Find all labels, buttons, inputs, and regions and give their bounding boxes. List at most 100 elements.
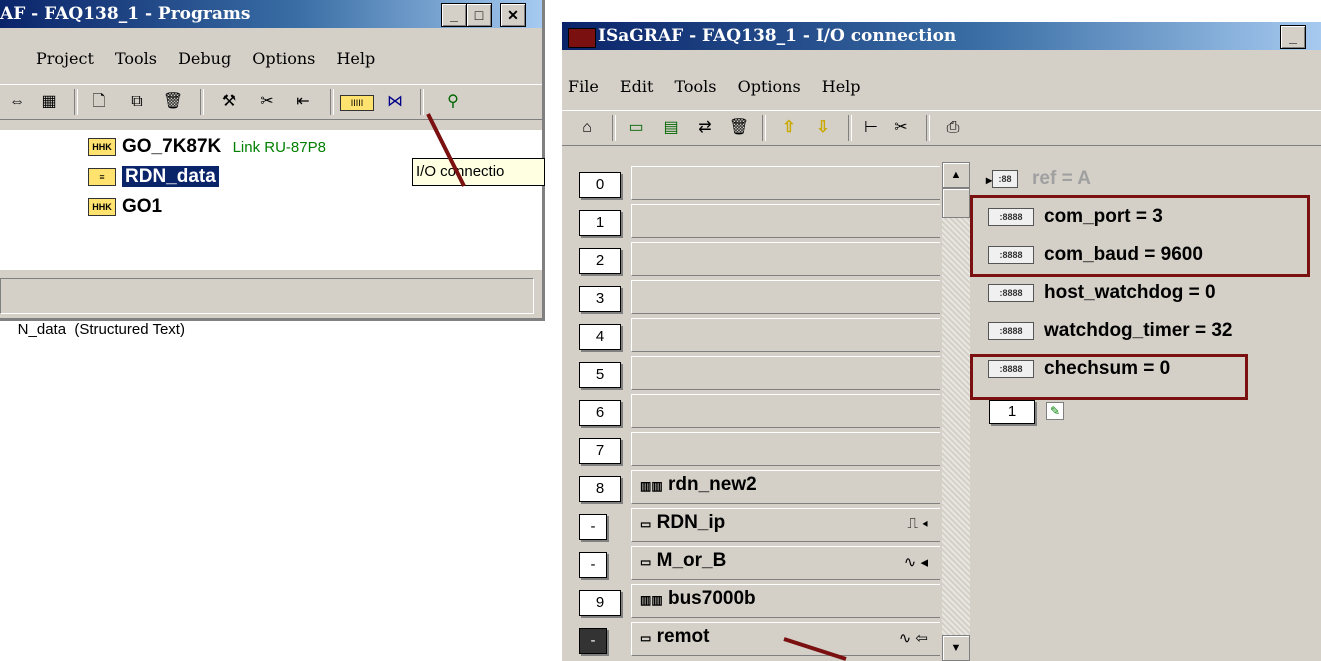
menu-tools[interactable]: Tools — [674, 77, 716, 96]
highlight-checksum — [970, 354, 1248, 400]
io-menubar: File Edit Tools Options Help — [562, 72, 1321, 102]
close-button[interactable]: ✕ — [500, 3, 526, 27]
maximize-button[interactable]: □ — [466, 3, 492, 27]
dictionary-icon[interactable]: ▦ — [36, 91, 62, 113]
print-icon[interactable]: ⎙ — [940, 117, 966, 139]
structured-text-icon: ≡ — [88, 167, 116, 186]
scroll-down-button[interactable]: ▼ — [942, 635, 970, 661]
highlight-com-settings — [970, 195, 1310, 277]
menu-options[interactable]: Options — [738, 77, 801, 96]
board-icon: ▥▥ — [640, 479, 663, 493]
slot-number[interactable]: 5 — [579, 362, 621, 388]
equipment-icon: ▭ — [640, 517, 652, 531]
slot-row-bus7000b[interactable]: ▥▥ bus7000b — [631, 584, 940, 618]
make-icon[interactable]: ✂ — [254, 91, 280, 113]
set-board-icon[interactable]: ▭ — [622, 117, 650, 139]
programs-menubar: Project Tools Debug Options Help — [0, 44, 542, 74]
slot-number[interactable]: 0 — [579, 172, 621, 198]
menu-help[interactable]: Help — [822, 77, 861, 96]
cut-icon[interactable]: ✂ — [888, 117, 914, 139]
io-connection-icon[interactable]: IIIII — [340, 95, 374, 111]
board-icon: ▥▥ — [640, 593, 663, 607]
menu-options[interactable]: Options — [252, 49, 315, 68]
param-ref[interactable]: ▸:88 ref = A — [986, 164, 1091, 195]
slot-number[interactable]: 1 — [579, 210, 621, 236]
equipment-icon: ▭ — [640, 555, 652, 569]
io-title: ISaGRAF - FAQ138_1 - I/O connection — [598, 26, 957, 46]
slot-number[interactable]: 2 — [579, 248, 621, 274]
slot-number[interactable]: 9 — [579, 590, 621, 616]
status-bar: N_data (Structured Text) — [0, 278, 534, 338]
analog-input-icon: ∿ ◂ — [903, 554, 928, 571]
slot-number[interactable]: 3 — [579, 286, 621, 312]
programs-title: AF - FAQ138_1 - Programs — [0, 4, 251, 24]
io-toolbar: ⌂ ▭ ▤ ⇄ 🗑 ⇧ ⇩ ⊢ ✂ ⎙ — [562, 110, 1321, 146]
tree-item-go1[interactable]: HHK GO1 — [88, 195, 162, 219]
io-connection-window: ISaGRAF - FAQ138_1 - I/O connection _ Fi… — [561, 22, 1321, 661]
slot-row[interactable] — [631, 242, 940, 276]
tree-view-icon[interactable]: ⊢ — [858, 117, 884, 139]
analog-output-icon: ∿ ⇦ — [898, 630, 928, 647]
delete-icon[interactable]: 🗑 — [160, 91, 186, 113]
slot-number[interactable]: 6 — [579, 400, 621, 426]
slot-row[interactable] — [631, 356, 940, 390]
slot-row[interactable] — [631, 432, 940, 466]
io-icon: HHK — [88, 197, 116, 216]
tree-item-go-7k87k[interactable]: HHK GO_7K87K Link RU-87P8 — [88, 135, 326, 160]
scroll-up-button[interactable]: ▲ — [942, 162, 970, 188]
move-up-icon[interactable]: ⇧ — [776, 117, 802, 139]
slot-number[interactable]: 7 — [579, 438, 621, 464]
tree-item-note: Link RU-87P8 — [232, 139, 326, 156]
tree-item-rdn-data[interactable]: ≡ RDN_data — [88, 165, 219, 189]
io-delete-icon[interactable]: 🗑 — [726, 117, 752, 139]
annotation-arrow-bottom — [783, 637, 847, 661]
io-icon: HHK — [88, 137, 116, 156]
slot-row-rdn-new2[interactable]: ▥▥ rdn_new2 — [631, 470, 940, 504]
menu-file[interactable]: File — [568, 77, 599, 96]
channel-number[interactable]: 1 — [989, 400, 1035, 424]
copy-icon[interactable]: ⧉ — [124, 91, 150, 113]
param-watchdog-timer[interactable]: :8888 watchdog_timer = 32 — [988, 316, 1232, 346]
annotation-arrow-top — [426, 113, 466, 187]
param-host-watchdog[interactable]: :8888 host_watchdog = 0 — [988, 278, 1216, 308]
slot-number[interactable]: 8 — [579, 476, 621, 502]
set-equipment-icon[interactable]: ▤ — [658, 117, 684, 139]
slot-number[interactable]: 4 — [579, 324, 621, 350]
io-titlebar: ISaGRAF - FAQ138_1 - I/O connection — [562, 22, 1321, 50]
edit-channel-icon[interactable]: ✎ — [1046, 402, 1064, 420]
slot-row[interactable] — [631, 394, 940, 428]
open-board-icon[interactable]: ⌂ — [574, 117, 600, 139]
param-icon: :8888 — [988, 321, 1034, 340]
param-icon: :8888 — [988, 283, 1034, 302]
slot-row[interactable] — [631, 280, 940, 314]
slot-row[interactable] — [631, 204, 940, 238]
slot-scrollbar[interactable]: ▲ ▼ — [942, 162, 970, 661]
slot-list: 0 1 2 3 4 5 6 7 8 ▥▥ rdn_new2 - ▭ RDN_ip… — [562, 158, 942, 661]
slot-row-rdn-ip[interactable]: ▭ RDN_ip ⎍ ◂ — [631, 508, 940, 542]
param-icon: :88 — [992, 169, 1019, 188]
isagraf-app-icon — [568, 28, 596, 48]
slot-sub-marker[interactable]: - — [579, 552, 607, 578]
link-icon[interactable]: ⇔ — [4, 91, 30, 113]
menu-project[interactable]: Project — [36, 49, 94, 68]
slot-sub-marker[interactable]: - — [579, 514, 607, 540]
slot-sub-marker[interactable]: - — [579, 628, 607, 654]
slot-row[interactable] — [631, 318, 940, 352]
menu-help[interactable]: Help — [336, 49, 375, 68]
move-down-icon[interactable]: ⇩ — [810, 117, 836, 139]
split-icon[interactable]: ⋈ — [382, 91, 408, 113]
slot-row-m-or-b[interactable]: ▭ M_or_B ∿ ◂ — [631, 546, 940, 580]
menu-tools[interactable]: Tools — [115, 49, 157, 68]
io-minimize-button[interactable]: _ — [1280, 25, 1306, 49]
simulate-icon[interactable]: ⇤ — [290, 91, 316, 113]
new-file-icon[interactable]: 🗋 — [86, 91, 112, 113]
menu-edit[interactable]: Edit — [620, 77, 653, 96]
minimize-button[interactable]: _ — [441, 3, 467, 27]
slot-row[interactable] — [631, 166, 940, 200]
virtual-icon[interactable]: ⇄ — [692, 117, 718, 139]
scroll-thumb[interactable] — [942, 188, 970, 218]
compile-icon[interactable]: ⚒ — [216, 91, 242, 113]
digital-input-icon: ⎍ ◂ — [907, 515, 928, 532]
menu-debug[interactable]: Debug — [178, 49, 231, 68]
equipment-icon: ▭ — [640, 631, 652, 645]
